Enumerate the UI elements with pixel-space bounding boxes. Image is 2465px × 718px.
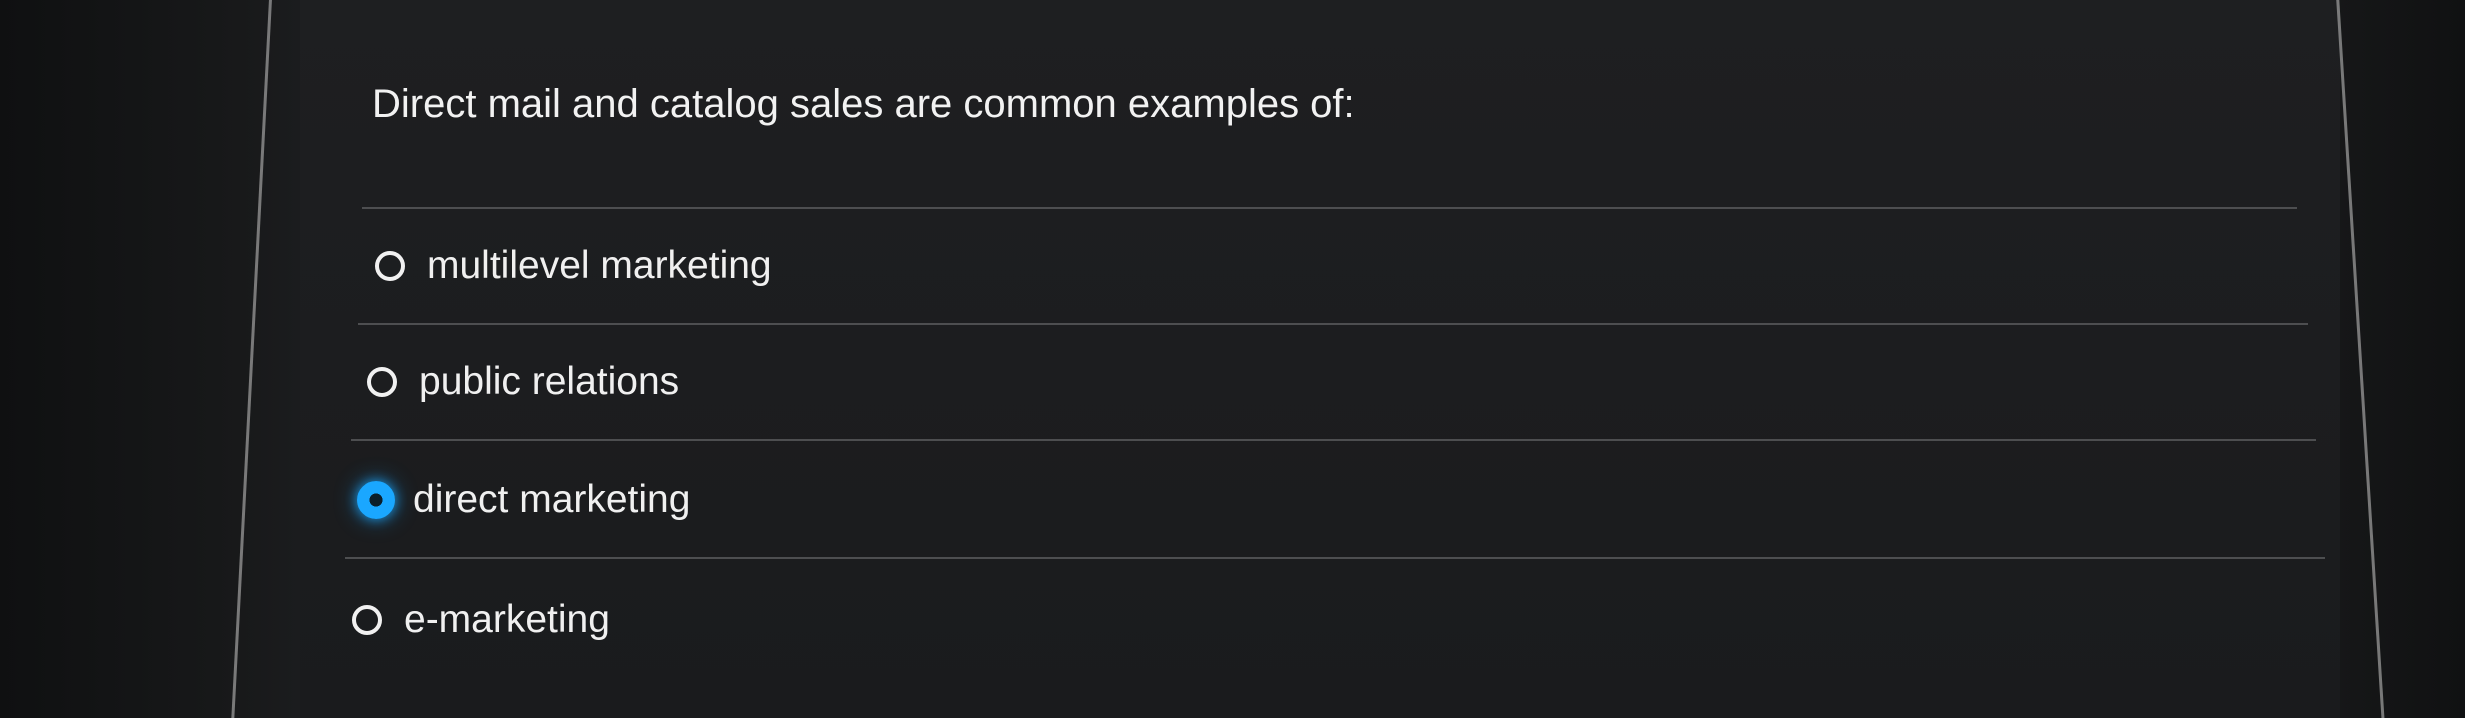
option-label: e-marketing [404, 598, 610, 641]
divider [345, 557, 2325, 559]
radio-unselected-icon[interactable] [352, 605, 382, 635]
option-label: direct marketing [413, 478, 691, 521]
option-e-marketing[interactable]: e-marketing [352, 598, 610, 642]
monitor-bezel-left [0, 0, 300, 718]
option-label: multilevel marketing [427, 244, 772, 287]
divider [358, 323, 2308, 325]
option-multilevel-marketing[interactable]: multilevel marketing [375, 244, 772, 288]
question-text: Direct mail and catalog sales are common… [372, 82, 1355, 126]
option-public-relations[interactable]: public relations [367, 360, 679, 404]
option-label: public relations [419, 360, 680, 403]
option-direct-marketing[interactable]: direct marketing [357, 478, 690, 522]
monitor-bezel-right [2335, 0, 2465, 718]
radio-selected-icon[interactable] [357, 481, 395, 519]
radio-unselected-icon[interactable] [375, 251, 405, 281]
divider [351, 439, 2316, 441]
radio-unselected-icon[interactable] [367, 367, 397, 397]
divider [362, 207, 2297, 209]
screen: Direct mail and catalog sales are common… [0, 0, 2465, 718]
